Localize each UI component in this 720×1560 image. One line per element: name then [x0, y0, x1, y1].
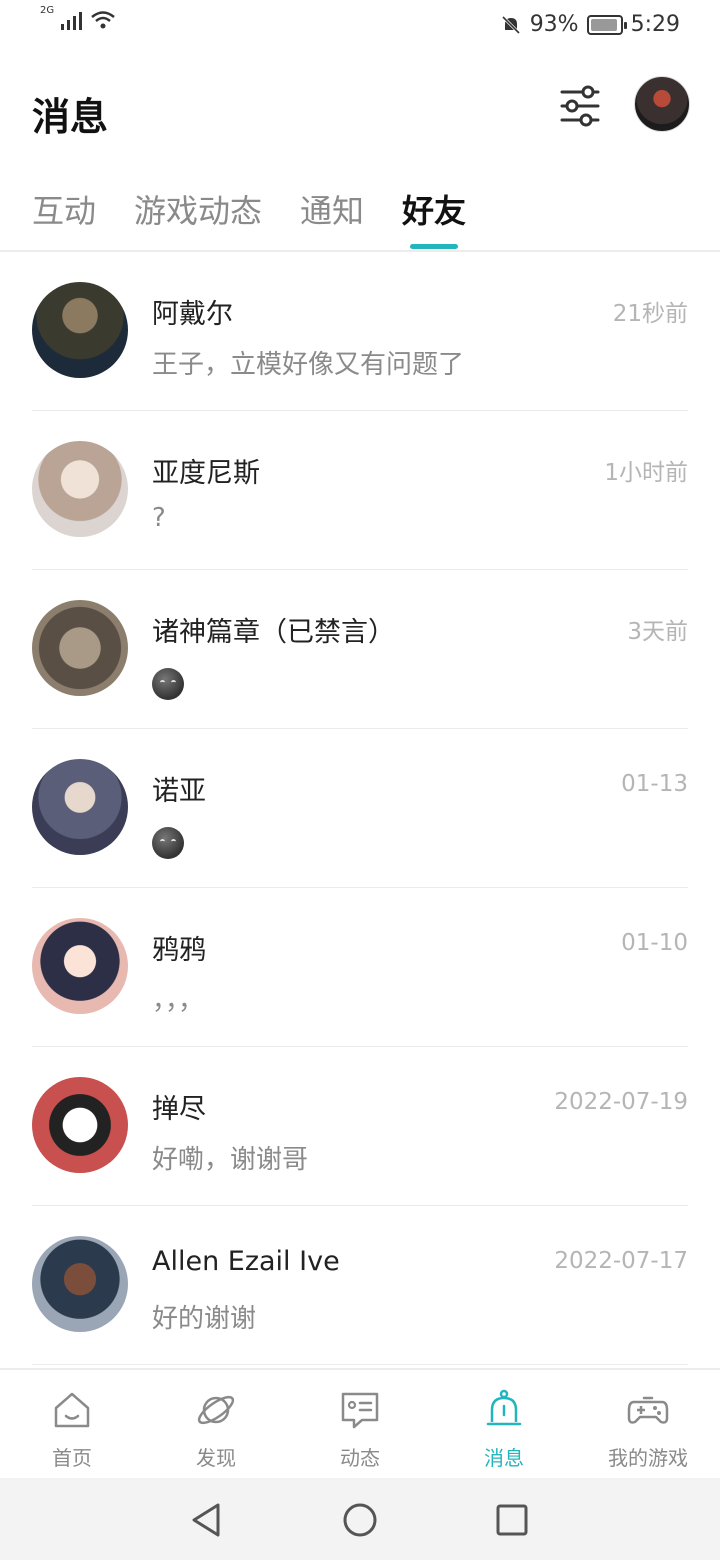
- list-item[interactable]: 诺亚 01-13: [0, 729, 720, 888]
- home-circle-icon[interactable]: [340, 1500, 380, 1540]
- list-item[interactable]: 鸦鸦 01-10 ，，，: [0, 888, 720, 1047]
- signal-icon: [61, 12, 83, 30]
- nav-label: 消息: [484, 1446, 524, 1470]
- contact-name: 诺亚: [152, 776, 206, 807]
- avatar: [32, 759, 128, 855]
- page-header: 消息: [0, 70, 720, 150]
- avatar: [32, 1236, 128, 1332]
- divider: [32, 1364, 688, 1365]
- conversation-list: 阿戴尔 21秒前 王子，立模好像又有问题了 亚度尼斯 1小时前 ? 诸神篇章（已…: [0, 252, 720, 1365]
- tab-indicator: [410, 244, 458, 249]
- nav-feed[interactable]: 动态: [288, 1370, 432, 1478]
- signal-area: 2G: [40, 5, 116, 30]
- recents-square-icon[interactable]: [492, 1500, 532, 1540]
- message-time: 2022-07-17: [554, 1248, 688, 1274]
- nav-discover[interactable]: 发现: [144, 1370, 288, 1478]
- list-item[interactable]: 亚度尼斯 1小时前 ?: [0, 411, 720, 570]
- avatar: [32, 918, 128, 1014]
- contact-name: 亚度尼斯: [152, 458, 260, 489]
- nav-label: 我的游戏: [608, 1446, 688, 1470]
- avatar: [32, 1077, 128, 1173]
- home-icon: [54, 1392, 90, 1428]
- tab-interaction[interactable]: 互动: [32, 186, 96, 232]
- nav-my-games[interactable]: 我的游戏: [576, 1370, 720, 1478]
- nav-label: 动态: [340, 1446, 380, 1470]
- tab-notifications[interactable]: 通知: [300, 186, 364, 232]
- battery-icon: [586, 14, 627, 35]
- message-preview: 王子，立模好像又有问题了: [152, 350, 465, 380]
- contact-name: 诸神篇章（已禁言）: [152, 617, 395, 648]
- message-preview: 好嘞，谢谢哥: [152, 1145, 309, 1175]
- back-triangle-icon[interactable]: [186, 1500, 226, 1540]
- list-item[interactable]: 掸尽 2022-07-19 好嘞，谢谢哥: [0, 1047, 720, 1206]
- user-avatar[interactable]: [634, 76, 690, 132]
- tab-friends[interactable]: 好友: [402, 186, 466, 232]
- nav-messages[interactable]: 消息: [432, 1370, 576, 1478]
- bottom-navigation: 首页 发现 动态 消息 我的游戏: [0, 1368, 720, 1478]
- message-time: 01-13: [621, 771, 688, 797]
- message-time: 3天前: [627, 619, 688, 645]
- bell-muted-icon: [501, 15, 520, 34]
- avatar: [32, 282, 128, 378]
- message-preview: ，，，: [152, 986, 205, 1016]
- bell-icon: [486, 1389, 522, 1426]
- message-time: 1小时前: [604, 460, 688, 486]
- status-bar: 2G 93% 5:29: [0, 0, 720, 52]
- contact-name: 阿戴尔: [152, 299, 233, 330]
- message-preview: [152, 662, 184, 701]
- filter-sliders-icon[interactable]: [556, 82, 604, 130]
- list-item[interactable]: Allen Ezail Ive 2022-07-17 好的谢谢: [0, 1206, 720, 1365]
- system-navigation-bar: [0, 1478, 720, 1560]
- wifi-icon: [91, 11, 115, 29]
- nav-label: 首页: [52, 1446, 92, 1470]
- message-preview: [152, 821, 184, 860]
- network-type: 2G: [40, 5, 55, 16]
- page-title: 消息: [32, 95, 109, 139]
- message-preview: ?: [152, 503, 166, 533]
- message-time: 01-10: [621, 930, 688, 956]
- message-time: 2022-07-19: [554, 1089, 688, 1115]
- message-tabs: 互动 游戏动态 通知 好友: [0, 176, 720, 252]
- smirk-emoji-icon: [152, 668, 184, 700]
- battery-percent: 93%: [529, 12, 579, 37]
- message-preview: 好的谢谢: [152, 1304, 257, 1334]
- clock: 5:29: [630, 12, 680, 37]
- message-time: 21秒前: [612, 301, 688, 327]
- planet-icon: [197, 1395, 235, 1425]
- list-item[interactable]: 诸神篇章（已禁言） 3天前: [0, 570, 720, 729]
- contact-name: 掸尽: [152, 1094, 206, 1125]
- smirk-emoji-icon: [152, 827, 184, 859]
- feed-icon: [341, 1392, 379, 1429]
- nav-home[interactable]: 首页: [0, 1370, 144, 1478]
- contact-name: 鸦鸦: [152, 935, 206, 966]
- list-item[interactable]: 阿戴尔 21秒前 王子，立模好像又有问题了: [0, 252, 720, 411]
- tab-game-news[interactable]: 游戏动态: [134, 186, 262, 232]
- nav-label: 发现: [196, 1446, 236, 1470]
- avatar: [32, 441, 128, 537]
- avatar: [32, 600, 128, 696]
- gamepad-icon: [627, 1396, 669, 1424]
- contact-name: Allen Ezail Ive: [152, 1246, 340, 1277]
